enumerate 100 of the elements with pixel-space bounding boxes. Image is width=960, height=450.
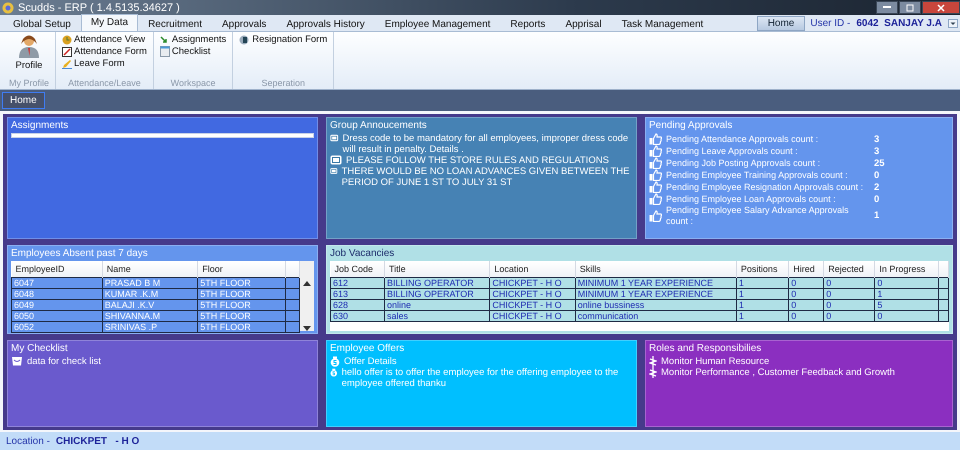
restore-button[interactable] [899,1,921,14]
menu-tab[interactable]: Employee Management [374,16,500,31]
scrollbar[interactable] [300,261,314,331]
ribbon-button[interactable]: Profile [16,34,42,71]
table-cell: 5TH FLOOR [198,300,286,310]
ribbon-button[interactable]: Assignments [160,34,226,45]
person-icon [18,34,40,58]
table-cell: 613 [330,288,385,300]
table-cell: 0 [788,278,824,288]
approval-label: Pending Employee Loan Approvals count : [666,194,837,204]
column-header[interactable]: EmployeeID [12,261,102,278]
ribbon-button[interactable]: Attendance View [62,34,146,45]
ribbon-group-label: Attendance/Leave [67,78,142,89]
approval-count: 0 [874,170,880,180]
table-cell: CHICKPET - H O [490,288,576,300]
thumbs-up-icon [649,210,662,222]
approval-count: 3 [874,146,880,156]
ribbon-button[interactable]: Leave Form [62,58,125,69]
panel-title: Group Annoucements [330,120,428,131]
panel-title: Assignments [11,120,70,131]
menu-tab[interactable]: My Data [80,14,138,31]
pencil-icon [62,58,72,68]
table-cell: 6047 [12,278,102,288]
table-cell: PRASAD B M [102,278,198,288]
user-id-value: 6042 SANJAY J.A [856,18,942,28]
approval-label: Pending Leave Approvals count : [666,146,799,156]
approval-count: 1 [874,210,880,221]
column-header[interactable]: Floor [198,261,286,278]
panel-title: Employees Absent past 7 days [11,248,149,259]
column-header[interactable]: Rejected [824,261,875,278]
thumbs-up-icon [649,169,662,181]
announcement-text[interactable]: THERE WOULD BE NO LOAN ADVANCES GIVEN BETWEEN THE PERIOD OF JUNE 1 ST TO JULY 31 ST [342,166,633,188]
table-cell: MINIMUM 1 YEAR EXPERIENCE [575,278,736,288]
scroll-down-icon[interactable] [303,326,311,331]
ribbon-group-label: Seperation [260,78,306,89]
restore-icon [906,4,914,12]
window-title: Scudds - ERP ( 1.4.5135.34627 ) [18,2,180,14]
menu-tab[interactable]: Apprisal [555,16,612,31]
column-header[interactable]: In Progress [874,261,938,278]
menu-tab[interactable]: Global Setup [3,16,81,31]
column-header[interactable]: Name [102,261,198,278]
table-cell: 6048 [12,288,102,300]
table-cell: 5TH FLOOR [198,288,286,300]
role-text: Monitor Human Resource [661,356,770,367]
ribbon-button[interactable]: Resignation Form [239,34,328,45]
table-cell: 612 [330,278,385,288]
money-bag-icon [330,356,340,367]
menu-tab[interactable]: Reports [500,16,556,31]
role-text: Monitor Performance , Customer Feedback and Growth [661,367,895,378]
table-cell: 1 [736,278,789,288]
thumbs-up-icon [649,157,662,169]
location-value: CHICKPET - H O [56,436,140,446]
form-icon [62,46,72,56]
column-header[interactable]: Skills [575,261,736,278]
thumbs-up-icon [649,133,662,145]
approval-label: Pending Employee Resignation Approvals count : [666,182,864,192]
minimize-button[interactable] [876,1,898,14]
panel-title: Pending Approvals [649,120,734,131]
minimize-icon [883,6,891,9]
door-icon [239,34,250,44]
menu-tab[interactable]: Approvals History [276,16,375,31]
ribbon-group-label: Workspace [170,78,217,89]
scroll-up-icon[interactable] [303,281,311,286]
column-header[interactable]: Hired [788,261,824,278]
home-button[interactable]: Home [756,16,806,30]
location-label: Location - [6,436,50,446]
table-cell: 5TH FLOOR [198,322,286,332]
table-cell: 5TH FLOOR [198,310,286,322]
table-cell: 628 [330,300,385,310]
checklist-item[interactable]: data for check list [27,356,101,367]
approval-count: 2 [874,182,880,192]
menu-tab[interactable]: Task Management [612,16,714,31]
panel-title: My Checklist [11,343,69,354]
ribbon-button[interactable]: Checklist [160,46,210,57]
announcement-text[interactable]: Dress code to be mandatory for all employees, improper dress code will result in penalty. Details . [342,133,633,155]
table-cell: communication [575,310,736,322]
column-header[interactable]: Job Code [330,261,385,278]
news-icon [330,133,339,143]
menu-tab[interactable]: Approvals [212,16,276,31]
announcement-text[interactable]: PLEASE FOLLOW THE STORE RULES AND REGULATIONS [346,155,609,166]
approval-count: 3 [874,134,880,144]
table-cell: online bussiness [575,300,736,310]
close-button[interactable] [922,1,960,14]
basket-icon [11,356,23,366]
checklist-icon [160,46,170,57]
menu-tab[interactable]: Recruitment [138,16,212,31]
dropdown-caret-icon[interactable] [948,18,958,28]
table-cell: SHIVANNA.M [102,310,198,322]
approval-label: Pending Job Posting Approvals count : [666,158,822,168]
table-cell: SRINIVAS .P [102,322,198,332]
ribbon-button[interactable]: Attendance Form [62,46,147,57]
column-header[interactable]: Positions [736,261,789,278]
column-header[interactable]: Title [384,261,490,278]
approval-count: 0 [874,194,880,204]
document-tab[interactable]: Home [2,92,45,109]
table-cell: 6052 [12,322,102,332]
column-header[interactable]: Location [490,261,576,278]
table-cell: CHICKPET - H O [490,310,576,322]
clock-icon [62,34,72,44]
approval-label: Pending Attendance Approvals count : [666,134,820,144]
